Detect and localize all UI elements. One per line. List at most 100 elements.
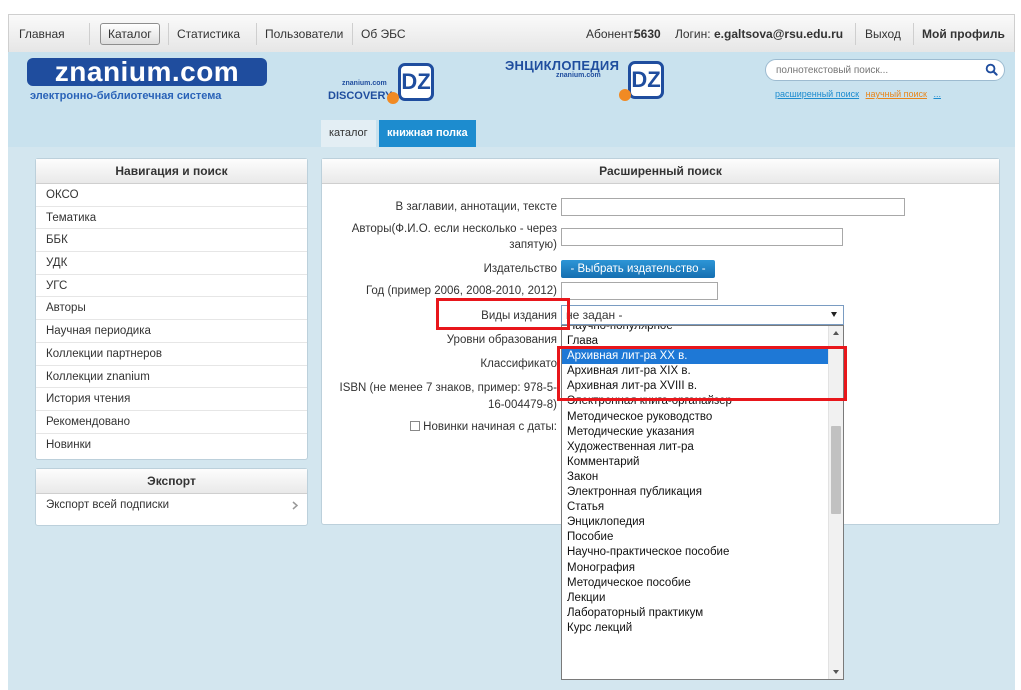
export-all-label: Экспорт всей подписки [46, 499, 170, 511]
select-publisher-button[interactable]: - Выбрать издательство - [561, 260, 715, 278]
nav-item-new[interactable]: Новинки [36, 434, 307, 457]
education-level-label: Уровни образования [446, 334, 557, 346]
scrollbar-thumb[interactable] [831, 426, 841, 514]
nav-item-ugs[interactable]: УГС [36, 275, 307, 298]
dropdown-option[interactable]: Методическое руководство [562, 410, 829, 425]
nav-divider [913, 23, 914, 45]
authors-label: Авторы(Ф.И.О. если несколько - через [351, 223, 557, 235]
dropdown-option[interactable]: Архивная лит-ра XIX в. [562, 364, 829, 379]
nav-about-link[interactable]: Об ЭБС [361, 15, 406, 53]
encyclopedia-dz-icon[interactable]: DZ [628, 61, 664, 99]
nav-users-link[interactable]: Пользователи [265, 15, 343, 53]
publication-type-value: не задан - [566, 308, 623, 322]
login-value: e.galtsova@rsu.edu.ru [714, 27, 844, 41]
nav-catalog-button[interactable]: Каталог [100, 23, 160, 45]
publication-type-select[interactable]: не задан - [561, 305, 844, 325]
dropdown-option[interactable]: Комментарий [562, 455, 829, 470]
export-all-subscription[interactable]: Экспорт всей подписки [36, 494, 307, 517]
nav-item-recommended[interactable]: Рекомендовано [36, 411, 307, 434]
nav-item-reading-history[interactable]: История чтения [36, 388, 307, 411]
navigation-panel-title: Навигация и поиск [36, 159, 307, 184]
nav-item-okso[interactable]: ОКСО [36, 184, 307, 207]
dropdown-option[interactable]: Электронная книга-органайзер [562, 394, 829, 409]
dropdown-option[interactable]: Лекции [562, 591, 829, 606]
dropdown-option[interactable]: Монография [562, 561, 829, 576]
nav-item-partner-collections[interactable]: Коллекции партнеров [36, 343, 307, 366]
isbn-label: ISBN (не менее 7 знаков, пример: 978-5- [339, 382, 558, 394]
export-panel-title: Экспорт [36, 469, 307, 494]
authors-input[interactable] [561, 228, 843, 246]
nav-stats-link[interactable]: Статистика [177, 15, 240, 53]
tab-bookshelf[interactable]: книжная полка [379, 120, 476, 147]
nav-divider [256, 23, 257, 45]
in-title-input[interactable] [561, 198, 905, 216]
nav-item-znanium-collections[interactable]: Коллекции znanium [36, 366, 307, 389]
new-since-checkbox[interactable] [410, 421, 421, 431]
nav-item-udk[interactable]: УДК [36, 252, 307, 275]
nav-divider [89, 23, 90, 45]
chevron-down-icon [831, 312, 837, 317]
chevron-right-icon [292, 501, 298, 510]
logo-subtitle: электронно-библиотечная система [30, 90, 222, 102]
scroll-up-icon[interactable] [833, 331, 839, 335]
more-link[interactable]: ... [933, 89, 941, 99]
navigation-panel: Навигация и поиск ОКСО Тематика ББК УДК … [35, 158, 308, 460]
subscriber-label: Абонент: [586, 27, 637, 41]
subscriber-id: 5630 [634, 27, 661, 41]
new-since-row: Новинки начиная с даты: [410, 420, 557, 434]
dropdown-option[interactable]: Архивная лит-ра XVIII в. [562, 379, 829, 394]
my-profile-link[interactable]: Мой профиль [922, 15, 1005, 53]
dropdown-option[interactable]: Закон [562, 470, 829, 485]
dropdown-option[interactable]: Пособие [562, 530, 829, 545]
year-label: Год (пример 2006, 2008-2010, 2012) [365, 285, 557, 297]
nav-item-periodicals[interactable]: Научная периодика [36, 320, 307, 343]
dropdown-options: Научно-популярное Глава Архивная лит-ра XX… [562, 326, 829, 636]
nav-divider [168, 23, 169, 45]
dropdown-scrollbar[interactable] [828, 326, 843, 679]
navigation-list: ОКСО Тематика ББК УДК УГС Авторы Научная… [36, 184, 307, 456]
search-icon[interactable] [985, 63, 998, 76]
nav-item-bbk[interactable]: ББК [36, 229, 307, 253]
scientific-search-link[interactable]: научный поиск [866, 89, 927, 99]
publisher-label: Издательство [483, 263, 557, 275]
discovery-dz-icon[interactable]: DZ [398, 63, 434, 101]
advanced-search-link[interactable]: расширенный поиск [775, 89, 859, 99]
dropdown-option[interactable]: Методические указания [562, 425, 829, 440]
fulltext-search [765, 59, 1005, 81]
nav-divider [855, 23, 856, 45]
dropdown-option[interactable]: Электронная публикация [562, 485, 829, 500]
classifier-label: Классификато [480, 358, 557, 370]
search-links: расширенный поиск научный поиск ... [775, 89, 945, 99]
new-since-label: Новинки начиная с даты: [423, 421, 557, 433]
year-input[interactable] [561, 282, 718, 300]
advanced-search-title: Расширенный поиск [322, 159, 999, 184]
publication-type-dropdown: Научно-популярное Глава Архивная лит-ра XX… [561, 325, 844, 680]
dropdown-option[interactable]: Научно-популярное [562, 326, 829, 334]
scroll-down-icon[interactable] [833, 670, 839, 674]
discovery-small-text: znanium.com [342, 80, 387, 87]
nav-home-link[interactable]: Главная [19, 15, 65, 53]
nav-item-authors[interactable]: Авторы [36, 297, 307, 321]
dropdown-option[interactable]: Статья [562, 500, 829, 515]
tab-catalog[interactable]: каталог [321, 120, 376, 147]
fulltext-search-input[interactable] [774, 62, 974, 78]
dropdown-option[interactable]: Лабораторный практикум [562, 606, 829, 621]
orange-dot-icon [619, 89, 631, 101]
dropdown-option[interactable]: Художественная лит-ра [562, 440, 829, 455]
top-navigation: Главная Каталог Статистика Пользователи … [8, 14, 1015, 52]
encyclopedia-title[interactable]: ЭНЦИКЛОПЕДИЯ [505, 58, 619, 73]
logout-link[interactable]: Выход [865, 15, 901, 53]
dropdown-option[interactable]: Методическое пособие [562, 576, 829, 591]
encyclopedia-small-text: znanium.com [556, 72, 601, 79]
dropdown-option[interactable]: Научно-практическое пособие [562, 545, 829, 560]
dropdown-option[interactable]: Глава [562, 334, 829, 349]
dropdown-option[interactable]: Архивная лит-ра XX в. [562, 349, 829, 365]
in-title-label: В заглавии, аннотации, тексте [395, 201, 557, 213]
nav-item-topics[interactable]: Тематика [36, 207, 307, 230]
authors-label-line2: запятую) [509, 239, 557, 251]
dropdown-option[interactable]: Энциклопедия [562, 515, 829, 530]
nav-divider [352, 23, 353, 45]
dropdown-option[interactable]: Курс лекций [562, 621, 829, 636]
znanium-logo[interactable]: znanium.com [27, 58, 267, 86]
discovery-logo-text[interactable]: DISCOVERY [328, 90, 392, 102]
